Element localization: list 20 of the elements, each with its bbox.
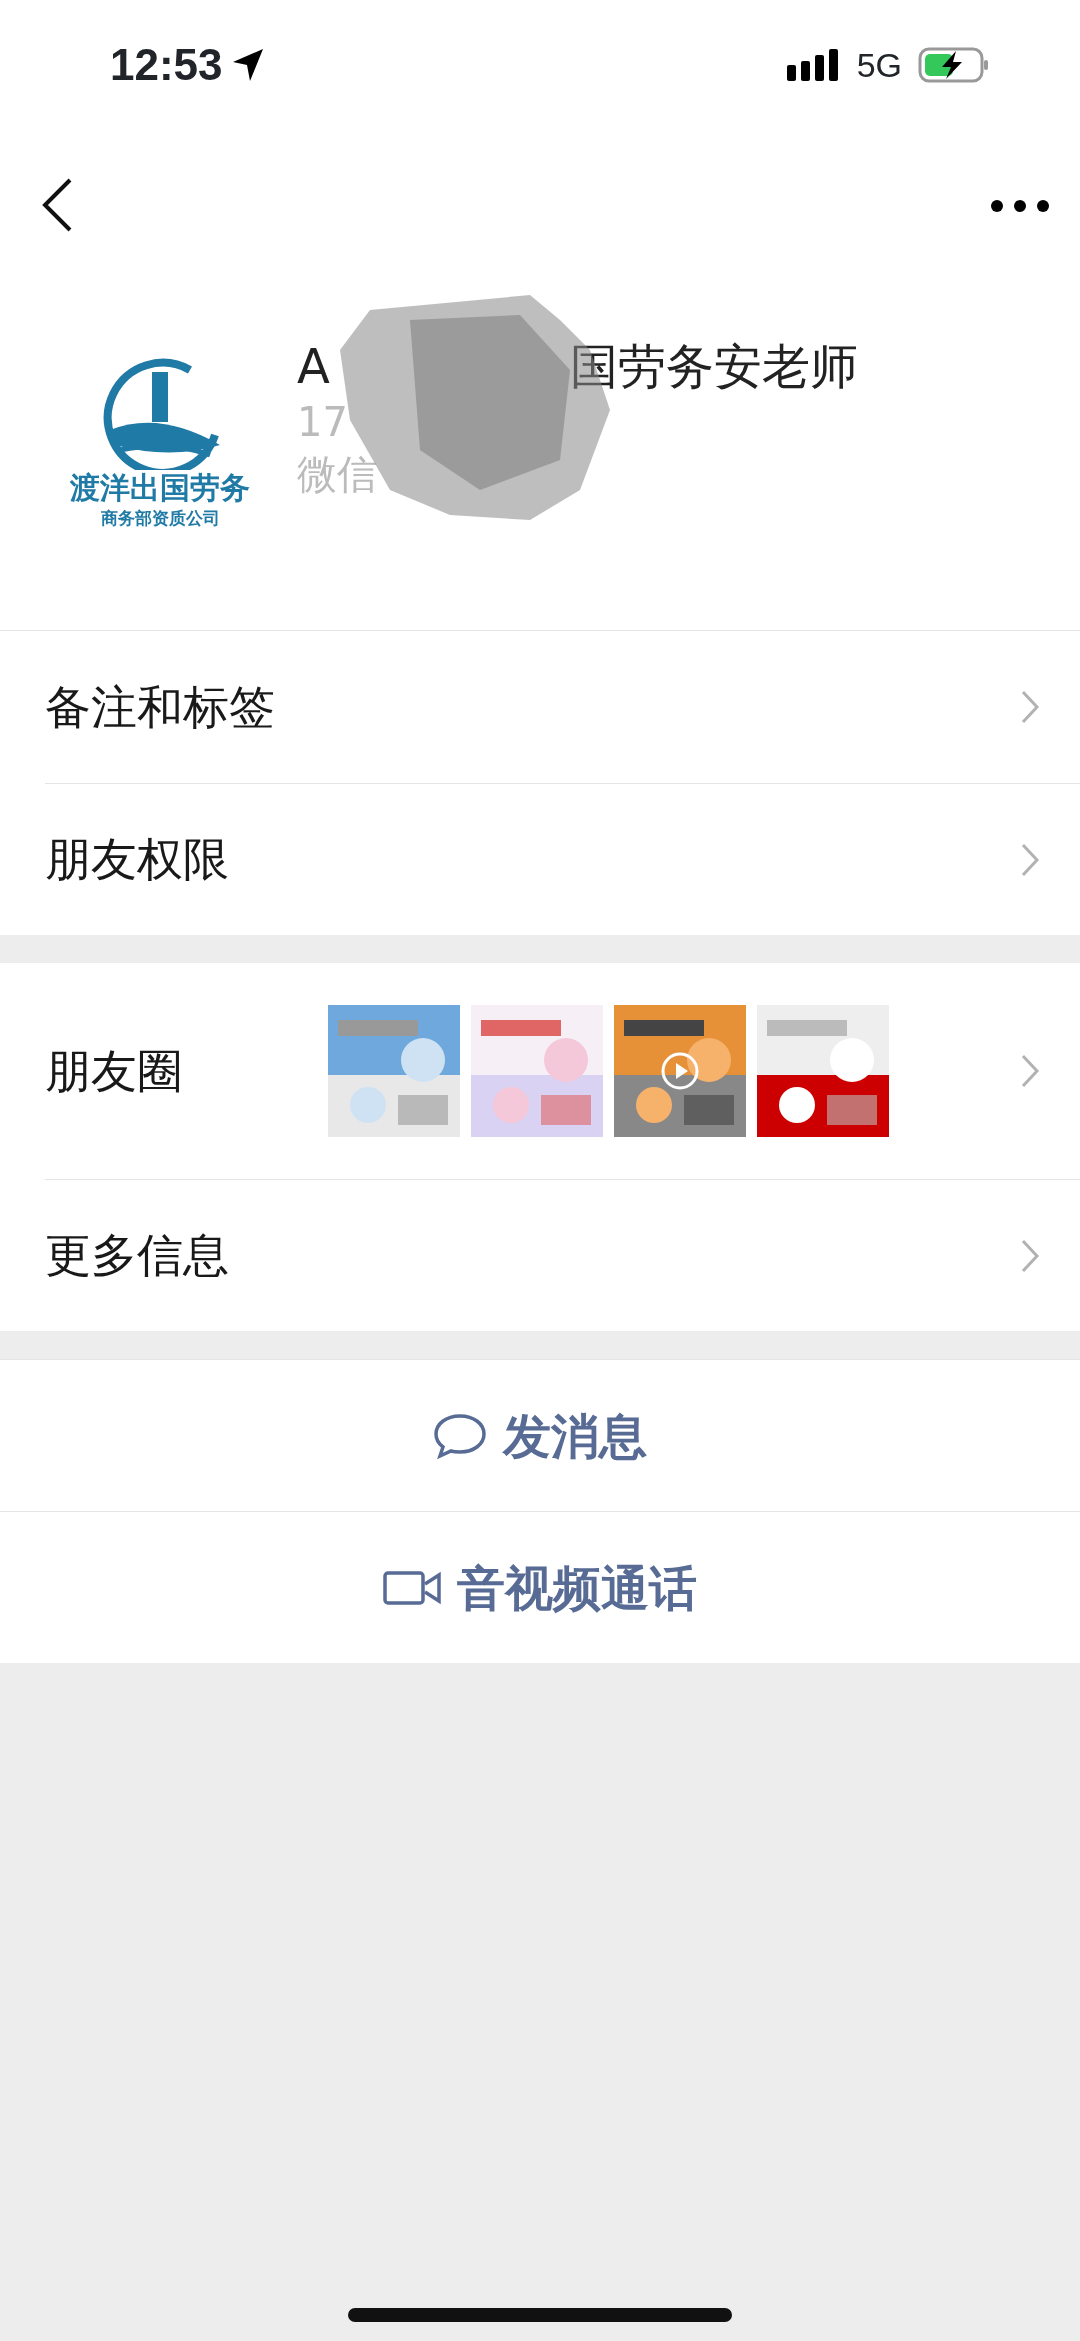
name-text: A bbox=[297, 338, 330, 396]
play-icon bbox=[660, 1051, 700, 1091]
chevron-icon bbox=[1020, 841, 1040, 878]
back-button[interactable] bbox=[40, 177, 74, 233]
name-text: 国劳务安老师 bbox=[569, 338, 858, 396]
signal-icon bbox=[786, 47, 841, 83]
menu-row[interactable]: 备注和标签 bbox=[45, 631, 1080, 783]
chevron-icon bbox=[1020, 1053, 1040, 1089]
wechat-id-label: 微信 bbox=[297, 449, 378, 499]
video-camera-icon bbox=[383, 1568, 441, 1607]
chat-bubble-icon bbox=[433, 1412, 487, 1459]
menu-row[interactable]: 更多信息 bbox=[45, 1179, 1080, 1331]
chevron-icon bbox=[1020, 689, 1040, 725]
phone-text: 17 bbox=[297, 397, 349, 447]
menu-row[interactable]: 朋友圈 bbox=[45, 963, 1080, 1179]
network-label: 5G bbox=[856, 44, 902, 86]
chevron-icon bbox=[1020, 1237, 1040, 1274]
menu-row[interactable]: 朋友权限 bbox=[45, 783, 1080, 935]
clock-time: 12:53 bbox=[110, 39, 223, 91]
avatar-logo: 渡洋出国劳务 商务部资质公司 bbox=[70, 350, 250, 532]
